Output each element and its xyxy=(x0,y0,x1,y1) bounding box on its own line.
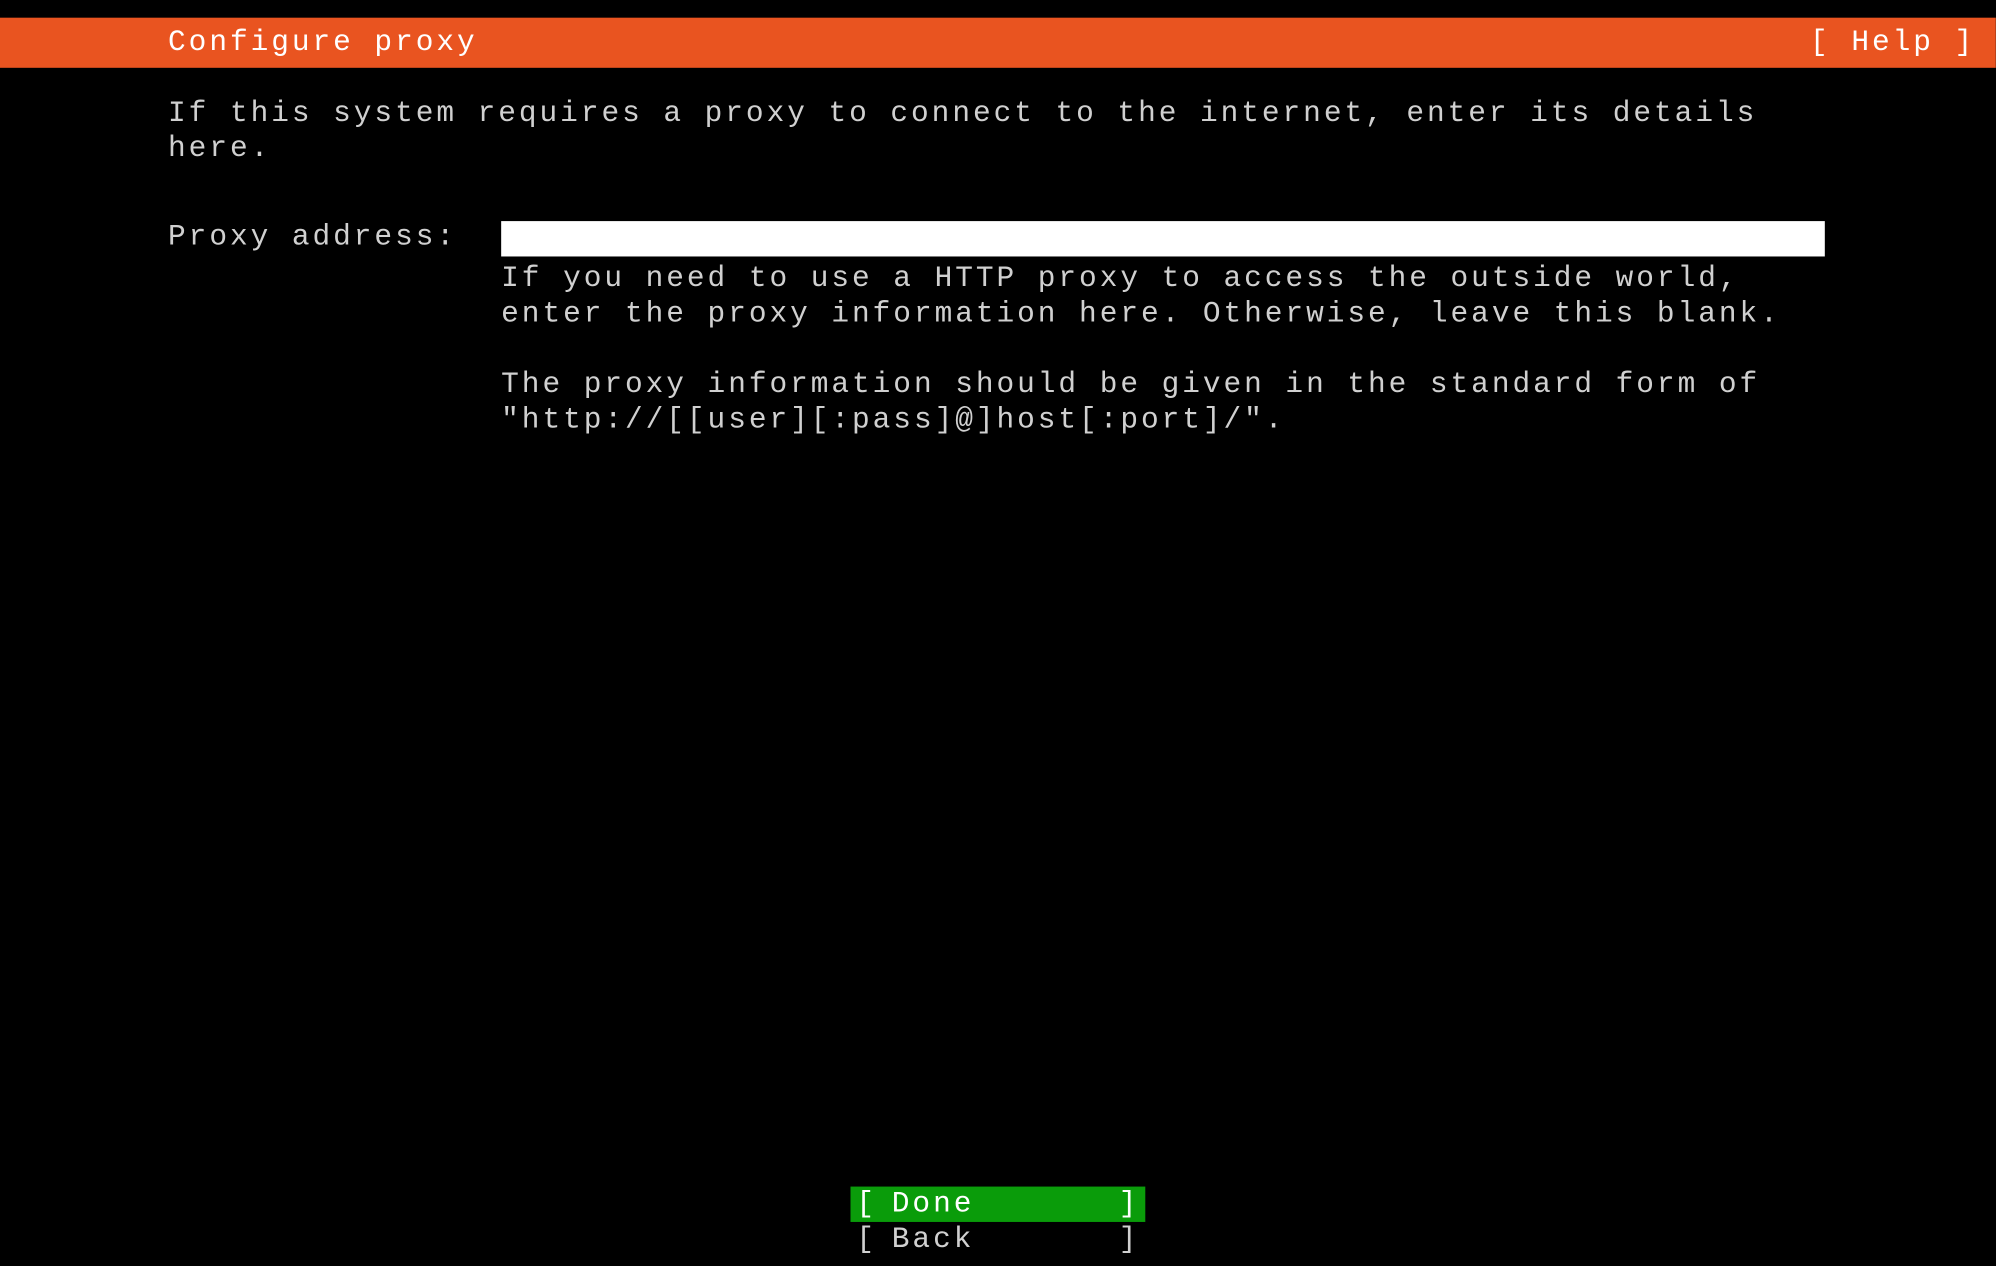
page-title: Configure proxy xyxy=(168,26,478,60)
bracket-left-icon: [ xyxy=(856,1187,877,1221)
footer-buttons: [ Done ] [ Back ] xyxy=(0,1187,1996,1258)
bracket-right-icon: ] xyxy=(1119,1187,1140,1221)
back-label: Back xyxy=(877,1223,1119,1257)
header-bar: Configure proxy [ Help ] xyxy=(0,18,1996,68)
bracket-right-icon: ] xyxy=(1119,1223,1140,1257)
done-label: Done xyxy=(877,1187,1119,1221)
bracket-left-icon: [ xyxy=(856,1223,877,1257)
proxy-help-text-2: The proxy information should be given in… xyxy=(501,369,1828,440)
proxy-right-column: If you need to use a HTTP proxy to acces… xyxy=(501,221,1828,439)
content-area: If this system requires a proxy to conne… xyxy=(0,68,1996,439)
proxy-address-input[interactable] xyxy=(501,221,1825,256)
proxy-help-text-1: If you need to use a HTTP proxy to acces… xyxy=(501,262,1828,333)
back-button[interactable]: [ Back ] xyxy=(850,1222,1145,1257)
intro-text: If this system requires a proxy to conne… xyxy=(168,97,1828,168)
help-button[interactable]: [ Help ] xyxy=(1810,26,1975,60)
top-border xyxy=(0,0,1996,18)
proxy-address-label: Proxy address: xyxy=(168,221,501,255)
proxy-form-row: Proxy address: If you need to use a HTTP… xyxy=(168,221,1828,439)
done-button[interactable]: [ Done ] xyxy=(850,1187,1145,1222)
